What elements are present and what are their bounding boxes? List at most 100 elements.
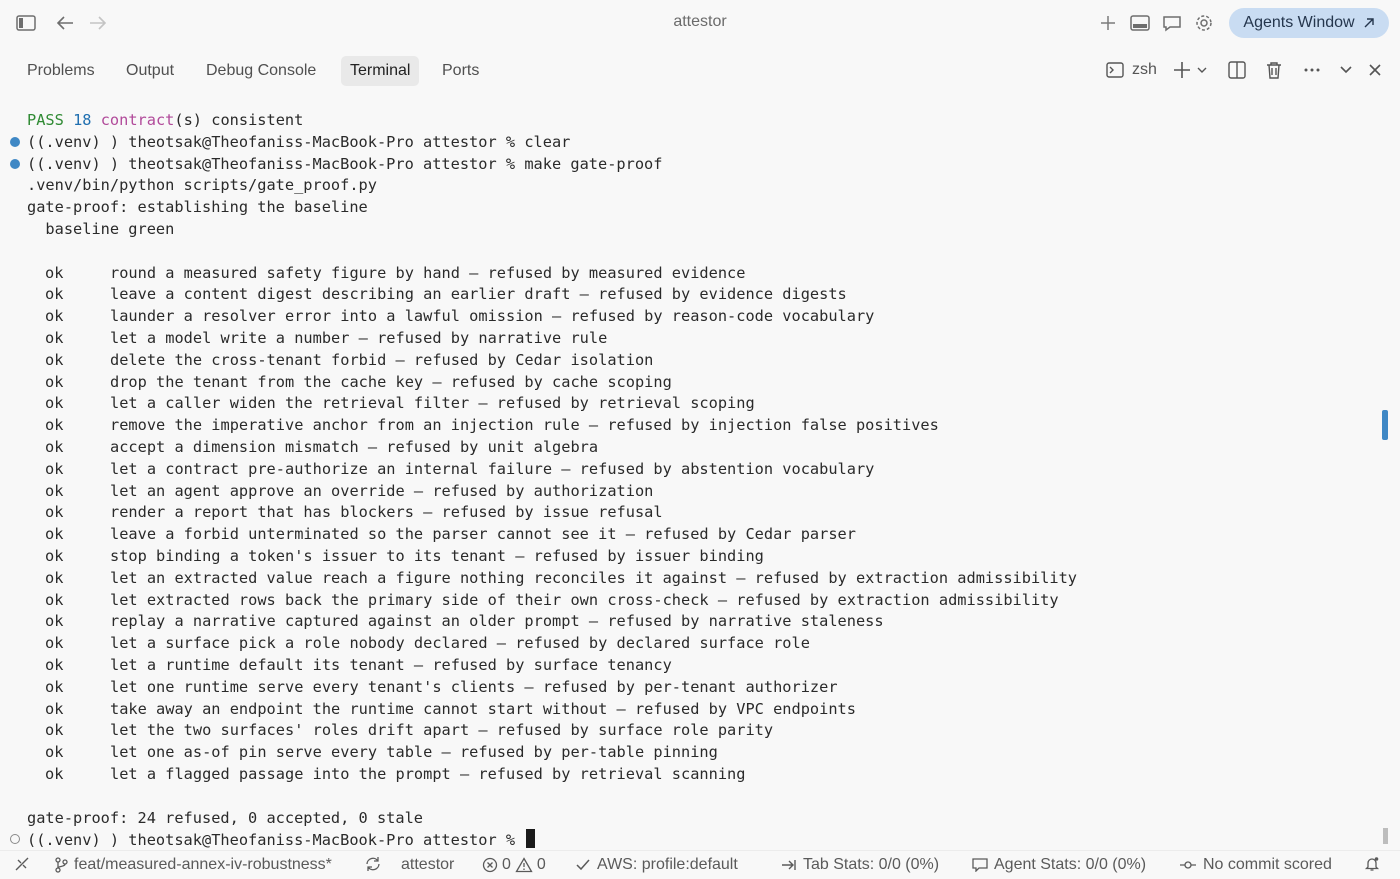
- result-status: ok: [45, 350, 64, 369]
- result-status: ok: [45, 677, 64, 696]
- remote-icon[interactable]: [14, 856, 30, 872]
- command-decoration-icon[interactable]: [10, 137, 20, 147]
- git-branch-icon: [54, 857, 68, 873]
- chevron-down-icon[interactable]: [1339, 58, 1353, 82]
- terminal-shell-selector[interactable]: zsh: [1106, 58, 1157, 82]
- chevron-down-icon: [1197, 66, 1207, 74]
- terminal-icon: [1106, 62, 1124, 78]
- result-text: let extracted rows back the primary side…: [110, 590, 1059, 609]
- error-count: 0: [502, 856, 511, 873]
- result-status: ok: [45, 634, 64, 653]
- chat-icon[interactable]: [1160, 11, 1184, 35]
- branch-indicator[interactable]: feat/measured-annex-iv-robustness*: [54, 856, 332, 874]
- agents-window-button[interactable]: Agents Window: [1229, 8, 1389, 38]
- tab-debug-console[interactable]: Debug Console: [197, 56, 325, 86]
- result-text: remove the imperative anchor from an inj…: [110, 416, 939, 435]
- result-status: ok: [45, 438, 64, 456]
- result-status: ok: [45, 459, 64, 478]
- tab-ports[interactable]: Ports: [433, 56, 488, 86]
- result-text: take away an endpoint the runtime cannot…: [110, 699, 856, 718]
- result-text: let a caller widen the retrieval filter …: [110, 394, 755, 413]
- scrollbar-thumb[interactable]: [1383, 828, 1388, 844]
- result-text: let a contract pre-authorize an internal…: [110, 459, 875, 478]
- result-status: ok: [45, 503, 64, 522]
- result-text: let one as-of pin serve every table — re…: [110, 743, 718, 762]
- result-status: ok: [45, 285, 64, 304]
- result-text: accept a dimension mismatch — refused by…: [110, 438, 599, 456]
- split-terminal-icon[interactable]: [1228, 58, 1246, 82]
- result-text: drop the tenant from the cache key — ref…: [110, 372, 672, 391]
- tab-problems[interactable]: Problems: [18, 56, 104, 86]
- tab-terminal[interactable]: Terminal: [341, 56, 420, 86]
- branch-name: feat/measured-annex-iv-robustness*: [74, 856, 332, 873]
- result-status: ok: [45, 699, 64, 718]
- result-status: ok: [45, 612, 64, 631]
- result-status: ok: [45, 263, 64, 282]
- terminal-output[interactable]: PASS 18 contract(s) consistent ((.venv) …: [0, 110, 1380, 850]
- problems-indicator[interactable]: 0 0: [482, 856, 546, 874]
- close-icon[interactable]: [1368, 58, 1382, 82]
- result-text: let a surface pick a role nobody declare…: [110, 634, 810, 653]
- result-text: leave a content digest describing an ear…: [110, 285, 847, 304]
- result-status: ok: [45, 329, 64, 347]
- result-text: render a report that has blockers — refu…: [110, 503, 663, 522]
- chat-icon: [972, 858, 988, 872]
- shell-label: zsh: [1132, 61, 1157, 78]
- result-text: let the two surfaces' roles drift apart …: [110, 721, 774, 740]
- window-title: attestor: [673, 13, 727, 30]
- result-text: let a model write a number — refused by …: [110, 329, 608, 347]
- warning-icon: [515, 857, 533, 873]
- commit-status[interactable]: No commit scored: [1179, 856, 1332, 874]
- sync-icon[interactable]: [364, 856, 382, 872]
- result-status: ok: [45, 656, 64, 674]
- tab-output[interactable]: Output: [117, 56, 183, 86]
- agent-stats-label: Agent Stats: 0/0 (0%): [994, 856, 1147, 873]
- active-prompt-line[interactable]: ((.venv) ) theotsak@Theofaniss-MacBook-P…: [27, 829, 536, 851]
- panel-tab-bar: Problems Output Debug Console Terminal P…: [0, 46, 1400, 94]
- result-text: let a runtime default its tenant — refus…: [110, 656, 672, 674]
- tab-stats[interactable]: Tab Stats: 0/0 (0%): [781, 856, 939, 874]
- result-text: let one runtime serve every tenant's cli…: [110, 677, 838, 696]
- gear-icon[interactable]: [1192, 11, 1216, 35]
- warning-count: 0: [536, 856, 546, 873]
- scrollbar-marker[interactable]: [1382, 410, 1388, 440]
- result-status: ok: [45, 743, 64, 762]
- prompt-line: ((.venv) ) theotsak@Theofaniss-MacBook-P…: [27, 132, 571, 151]
- result-status: ok: [45, 394, 64, 413]
- result-status: ok: [45, 481, 64, 500]
- result-text: let an agent approve an override — refus…: [110, 481, 654, 500]
- notifications-bell-icon[interactable]: [1364, 856, 1380, 872]
- result-status: ok: [45, 372, 64, 391]
- pass-line: PASS 18 contract(s) consistent: [27, 111, 304, 129]
- commit-label: No commit scored: [1203, 856, 1332, 873]
- agents-window-label: Agents Window: [1243, 14, 1355, 31]
- result-text: let a flagged passage into the prompt — …: [110, 765, 746, 783]
- command-echo-line: .venv/bin/python scripts/gate_proof.py: [27, 176, 377, 195]
- result-status: ok: [45, 590, 64, 609]
- result-text: replay a narrative captured against an o…: [110, 612, 884, 631]
- trash-icon[interactable]: [1265, 58, 1283, 82]
- summary-line: gate-proof: 24 refused, 0 accepted, 0 st…: [27, 808, 424, 827]
- command-decoration-icon[interactable]: [10, 834, 20, 844]
- project-name[interactable]: attestor: [401, 856, 454, 874]
- git-commit-icon: [1179, 858, 1197, 872]
- command-decoration-icon[interactable]: [10, 159, 20, 169]
- agent-stats[interactable]: Agent Stats: 0/0 (0%): [972, 856, 1146, 874]
- result-status: ok: [45, 721, 64, 740]
- terminal-cursor: [526, 829, 536, 849]
- result-text: delete the cross-tenant forbid — refused…: [110, 350, 654, 369]
- result-text: stop binding a token's issuer to its ten…: [110, 547, 764, 565]
- result-status: ok: [45, 765, 64, 783]
- new-terminal-button[interactable]: [1173, 58, 1207, 82]
- toggle-panel-icon[interactable]: [1128, 11, 1152, 35]
- plus-icon[interactable]: [1096, 11, 1120, 35]
- prompt-line: ((.venv) ) theotsak@Theofaniss-MacBook-P…: [27, 154, 663, 173]
- tab-stats-label: Tab Stats: 0/0 (0%): [803, 856, 940, 873]
- status-bar: feat/measured-annex-iv-robustness* attes…: [0, 850, 1400, 879]
- more-actions-icon[interactable]: [1303, 58, 1321, 82]
- check-icon: [575, 858, 591, 872]
- aws-profile[interactable]: AWS: profile:default: [575, 856, 738, 874]
- baseline-line: baseline green: [27, 220, 175, 238]
- result-status: ok: [45, 525, 64, 544]
- external-arrow-icon: [1363, 17, 1375, 29]
